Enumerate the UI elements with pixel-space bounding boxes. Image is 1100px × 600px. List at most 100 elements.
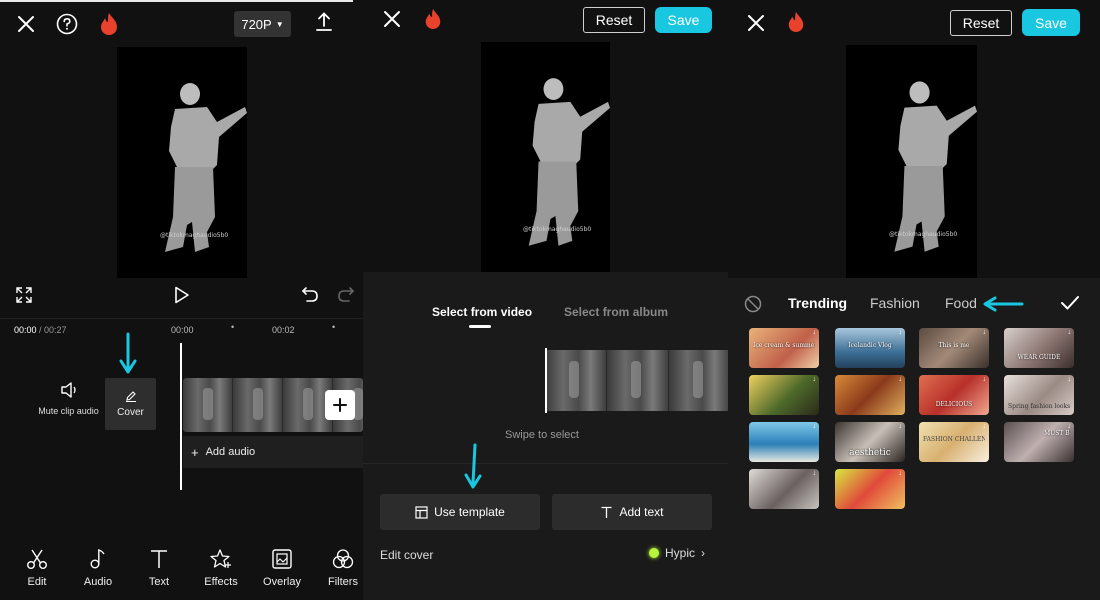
template-thumb[interactable]: ↓ [749,375,819,415]
download-icon: ↓ [812,470,817,477]
swipe-hint: Swipe to select [505,429,579,441]
reset-button[interactable]: Reset [583,7,645,33]
mute-clip-audio-button[interactable]: Mute clip audio [36,382,101,416]
use-template-label: Use template [434,505,505,519]
playhead[interactable] [180,343,182,490]
download-icon: ↓ [898,470,903,477]
watermark-text: @tiktokmaghaudio5b0 [523,226,592,233]
ruler-dot: • [332,322,336,332]
hypic-link[interactable]: Hypic › [649,546,705,560]
tab-food[interactable]: Food [945,295,977,311]
template-thumb[interactable]: ↓ [749,422,819,462]
tool-effects[interactable]: Effects [196,548,246,588]
video-preview[interactable]: @tiktokmaghaudio5b0 [117,47,247,278]
tab-select-from-album[interactable]: Select from album [564,305,668,319]
resolution-label: 720P [241,16,272,32]
time-total: / 00:27 [36,325,67,335]
music-note-icon [90,549,105,569]
template-title: aesthetic [849,448,891,458]
chevron-right-icon: › [701,546,706,560]
clip-frame [183,378,233,432]
help-icon[interactable] [55,12,79,36]
close-icon[interactable] [14,12,38,36]
template-thumb[interactable]: DELICIOUS ↓ [919,375,989,415]
template-thumb[interactable]: ↓ [835,469,905,509]
add-text-button[interactable]: Add text [552,494,712,530]
close-icon[interactable] [745,12,767,34]
tool-audio[interactable]: Audio [73,548,123,588]
tab-fashion[interactable]: Fashion [870,295,920,311]
template-thumb[interactable]: Spring fashion looks ↓ [1004,375,1074,415]
use-template-button[interactable]: Use template [380,494,540,530]
top-progress-line [0,0,353,2]
tool-filters[interactable]: Filters [318,548,363,588]
cover-button[interactable]: Cover [105,378,156,430]
hypic-logo-icon [649,548,659,558]
template-icon [415,505,428,519]
template-thumb[interactable]: WEAR GUIDE ↓ [1004,328,1074,368]
template-thumb[interactable]: This is me ↓ [919,328,989,368]
clip-frame [669,350,728,411]
download-icon: ↓ [1067,423,1072,430]
template-thumb[interactable]: MUST BUY↓ [1004,422,1074,462]
edit-cover-label: Edit cover [380,548,434,562]
reset-button[interactable]: Reset [950,10,1012,36]
dancer-figure [894,81,977,252]
template-title: Ice cream & summer cake [753,342,815,349]
cover-select-panel: Reset Save @tiktokmaghaudio5b0 Select fr… [363,0,728,600]
close-icon[interactable] [381,8,403,30]
ruler-dot: • [231,322,235,332]
frame-strip[interactable] [545,350,728,411]
watermark-text: @tiktokmaghaudio5b0 [160,232,229,239]
download-icon: ↓ [898,423,903,430]
tool-label: Effects [204,576,238,588]
redo-icon[interactable] [335,284,357,306]
export-icon[interactable] [312,10,336,34]
timecode: 00:00 / 00:27 [14,325,67,335]
template-panel: Reset Save @tiktokmaghaudio5b0 Trending … [728,0,1100,600]
undo-icon[interactable] [299,284,321,306]
mute-clip-audio-label: Mute clip audio [38,406,99,416]
template-thumb[interactable]: Icelandic Vlog ↓ [835,328,905,368]
tab-underline [469,325,491,328]
add-audio-label: Add audio [205,446,256,458]
watermark-text: @tiktokmaghaudio5b0 [889,231,958,238]
plus-icon: + [191,444,199,460]
annotation-arrow-down [463,443,483,496]
tool-edit[interactable]: Edit [12,548,62,588]
template-thumb[interactable]: FASHION CHALLENGE ↓ [919,422,989,462]
video-preview[interactable]: @tiktokmaghaudio5b0 [846,45,977,278]
template-thumb[interactable]: aesthetic ↓ [835,422,905,462]
tab-trending[interactable]: Trending [788,295,847,311]
template-thumb[interactable]: ↓ [749,469,819,509]
tab-select-from-video[interactable]: Select from video [432,305,532,319]
play-icon[interactable] [170,283,194,307]
fire-icon[interactable] [785,10,807,34]
scissors-icon [27,549,47,569]
video-preview[interactable]: @tiktokmaghaudio5b0 [481,42,610,272]
tool-text[interactable]: Text [134,548,184,588]
save-button[interactable]: Save [655,7,712,33]
confirm-check-icon[interactable] [1058,292,1082,314]
annotation-arrow-down [118,332,138,381]
download-icon: ↓ [898,376,903,383]
fire-icon[interactable] [97,11,121,37]
fullscreen-icon[interactable] [14,285,34,305]
overlay-icon [272,549,292,569]
tool-overlay[interactable]: Overlay [257,548,307,588]
frame-selector-line[interactable] [545,348,547,413]
template-thumb[interactable]: ↓ [835,375,905,415]
add-text-label: Add text [619,505,664,519]
save-button[interactable]: Save [1022,9,1080,36]
download-icon: ↓ [898,329,903,336]
divider [363,463,728,464]
fire-icon[interactable] [422,7,444,31]
no-template-icon[interactable] [743,294,763,314]
template-thumb[interactable]: Ice cream & summer cake ↓ [749,328,819,368]
template-title: DELICIOUS [935,401,973,408]
resolution-dropdown[interactable]: 720P ▼ [234,11,291,37]
add-clip-button[interactable] [325,390,355,420]
add-audio-button[interactable]: + Add audio [183,436,363,468]
caret-down-icon: ▼ [275,19,284,29]
dancer-figure [528,78,610,246]
